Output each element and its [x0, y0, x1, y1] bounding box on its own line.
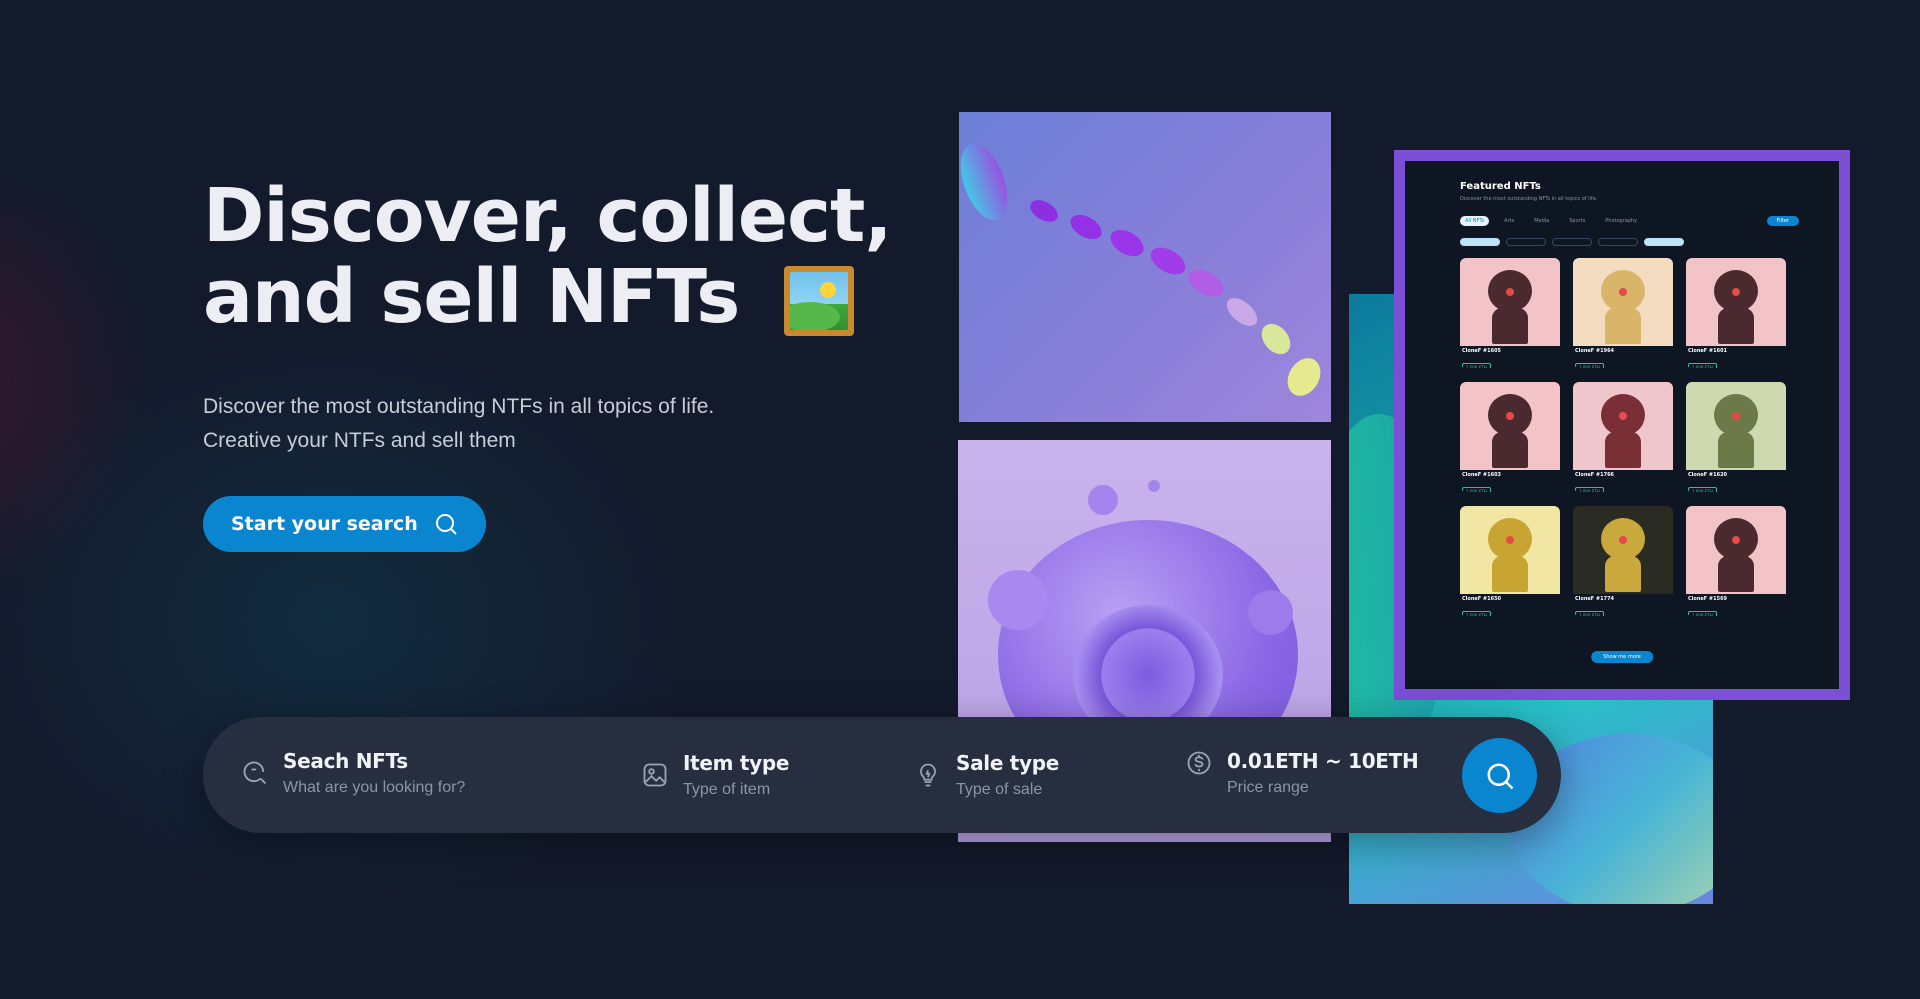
- featured-nfts-panel: Featured NFTs Discover the most outstand…: [1405, 161, 1839, 689]
- nft-card-name: CloneF #1964: [1575, 348, 1615, 354]
- nft-card-price: 1.000 ETH: [1462, 487, 1491, 492]
- nft-card-name: CloneF #1603: [1462, 472, 1502, 478]
- start-search-label: Start your search: [231, 513, 418, 535]
- filter-chip[interactable]: [1506, 238, 1546, 246]
- hero-desc-line1: Discover the most outstanding NTFs in al…: [203, 395, 715, 418]
- nft-card-image: [1686, 506, 1786, 594]
- filter-chip[interactable]: [1552, 238, 1592, 246]
- hero-title-line2: and sell NFTs: [203, 254, 740, 340]
- tab-arts[interactable]: Arts: [1499, 216, 1519, 226]
- nft-card-image: [1686, 258, 1786, 346]
- nft-card-image: [1460, 258, 1560, 346]
- hero-section: Discover, collect, and sell NFTs Discove…: [203, 176, 903, 552]
- dollar-coin-icon: [1187, 751, 1211, 775]
- nft-card-name: CloneF #1601: [1688, 348, 1728, 354]
- filter-button[interactable]: Filter: [1766, 216, 1799, 226]
- nft-card[interactable]: CloneF #1964 1.000 ETH: [1573, 258, 1673, 368]
- framed-picture-icon: [784, 266, 855, 336]
- filter-chip[interactable]: [1460, 238, 1500, 246]
- filter-chip[interactable]: [1644, 238, 1684, 246]
- nft-card-price: 1.000 ETH: [1688, 487, 1717, 492]
- nft-card[interactable]: CloneF #1620 1.000 ETH: [1686, 382, 1786, 492]
- nft-card-price: 1.000 ETH: [1462, 611, 1491, 616]
- featured-subtitle: Discover the most outstanding NFTs in al…: [1460, 196, 1598, 202]
- item-type-sub: Type of item: [683, 781, 771, 798]
- featured-tabs: All NFTs Arts Media Sports Photography F…: [1460, 216, 1799, 226]
- lightbulb-icon: [920, 763, 936, 787]
- search-nfts-field[interactable]: Seach NFTs What are you looking for?: [241, 749, 465, 797]
- nft-card-image: [1573, 258, 1673, 346]
- nft-card-image: [1573, 382, 1673, 470]
- search-bar: Seach NFTs What are you looking for? Ite…: [203, 717, 1561, 833]
- nft-card-price: 1.000 ETH: [1575, 611, 1604, 616]
- price-range-sub: Price range: [1227, 779, 1309, 796]
- price-range-field[interactable]: 0.01ETH ~ 10ETH Price range: [1185, 749, 1419, 797]
- tab-media[interactable]: Media: [1529, 216, 1554, 226]
- search-icon: [435, 514, 457, 535]
- nft-card-price: 1.000 ETH: [1575, 363, 1604, 368]
- search-icon: [1487, 763, 1513, 789]
- search-submit-button[interactable]: [1462, 738, 1537, 813]
- search-nfts-sub: What are you looking for?: [283, 779, 466, 796]
- show-more-button[interactable]: Show me more: [1591, 651, 1653, 663]
- hero-title-line1: Discover, collect,: [203, 173, 892, 259]
- nft-card-image: [1460, 506, 1560, 594]
- nft-card[interactable]: CloneF #1605 1.000 ETH: [1460, 258, 1560, 368]
- hero-description: Discover the most outstanding NTFs in al…: [203, 390, 903, 458]
- nft-card-grid: CloneF #1605 1.000 ETH CloneF #1964 1.000 E…: [1460, 258, 1799, 616]
- item-type-field[interactable]: Item type Type of item: [641, 751, 789, 799]
- hero-desc-line2: Creative your NTFs and sell them: [203, 429, 516, 452]
- price-range-label: 0.01ETH ~ 10ETH: [1227, 749, 1419, 773]
- search-refresh-icon: [243, 761, 267, 785]
- nft-card-name: CloneF #1605: [1462, 348, 1502, 354]
- nft-card-name: CloneF #1774: [1575, 596, 1615, 602]
- search-nfts-label: Seach NFTs: [283, 749, 408, 773]
- sale-type-sub: Type of sale: [956, 781, 1043, 798]
- hero-title: Discover, collect, and sell NFTs: [203, 176, 903, 338]
- nft-card[interactable]: CloneF #1601 1.000 ETH: [1686, 258, 1786, 368]
- featured-nfts-preview[interactable]: Featured NFTs Discover the most outstand…: [1394, 150, 1850, 700]
- item-type-label: Item type: [683, 751, 790, 775]
- nft-card-name: CloneF #1766: [1575, 472, 1615, 478]
- nft-card[interactable]: CloneF #1603 1.000 ETH: [1460, 382, 1560, 492]
- nft-card[interactable]: CloneF #1650 1.000 ETH: [1460, 506, 1560, 616]
- tab-photography[interactable]: Photography: [1600, 216, 1642, 226]
- nft-card-price: 1.000 ETH: [1575, 487, 1604, 492]
- nft-card-price: 1.000 ETH: [1688, 611, 1717, 616]
- start-search-button[interactable]: Start your search: [203, 496, 486, 552]
- nft-card-price: 1.000 ETH: [1688, 363, 1717, 368]
- nft-card-name: CloneF #1650: [1462, 596, 1502, 602]
- sale-type-field[interactable]: Sale type Type of sale: [914, 751, 1059, 799]
- nft-card-image: [1686, 382, 1786, 470]
- tab-all-nfts[interactable]: All NFTs: [1460, 216, 1490, 226]
- nft-card[interactable]: CloneF #1766 1.000 ETH: [1573, 382, 1673, 492]
- filter-chips: [1460, 238, 1799, 246]
- nft-card[interactable]: CloneF #1774 1.000 ETH: [1573, 506, 1673, 616]
- nft-card[interactable]: CloneF #1569 1.000 ETH: [1686, 506, 1786, 616]
- nft-card-image: [1460, 382, 1560, 470]
- image-icon: [643, 763, 667, 787]
- featured-title: Featured NFTs: [1460, 181, 1541, 192]
- nft-card-price: 1.000 ETH: [1462, 363, 1491, 368]
- sale-type-label: Sale type: [956, 751, 1060, 775]
- nft-card-name: CloneF #1620: [1688, 472, 1728, 478]
- filter-chip[interactable]: [1598, 238, 1638, 246]
- tab-sports[interactable]: Sports: [1564, 216, 1590, 226]
- nft-card-name: CloneF #1569: [1688, 596, 1728, 602]
- art-tile-spiral[interactable]: [959, 112, 1331, 422]
- nft-card-image: [1573, 506, 1673, 594]
